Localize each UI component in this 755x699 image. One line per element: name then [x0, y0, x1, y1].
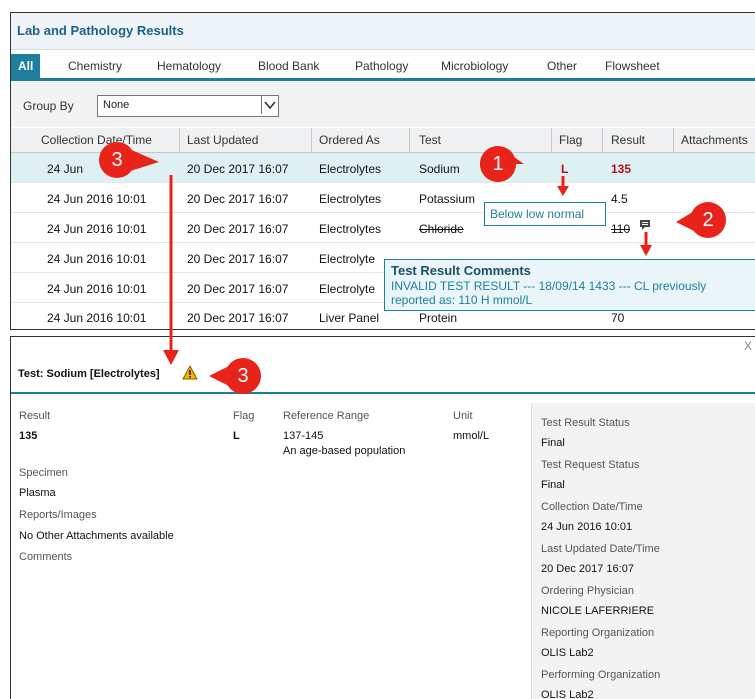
callout-3-top: 3 [97, 140, 159, 180]
callout-3-bottom: 3 [209, 356, 263, 396]
callout-2-number: 2 [702, 209, 714, 231]
callout-3-bottom-number: 3 [237, 365, 249, 387]
annotation-arrows [163, 175, 652, 365]
callout-1-number: 1 [492, 153, 504, 175]
callout-1: 1 [478, 144, 524, 184]
callout-2: 2 [676, 200, 728, 240]
callout-3-top-number: 3 [111, 149, 123, 171]
